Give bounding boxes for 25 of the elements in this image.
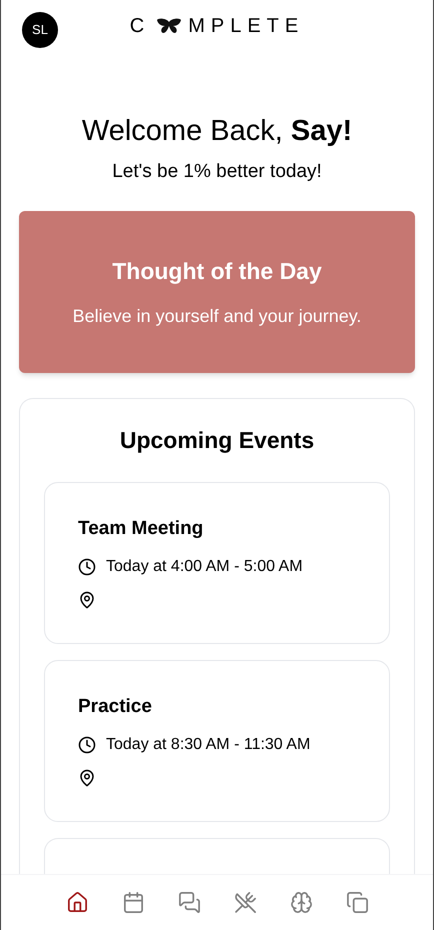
clock-icon <box>78 736 96 754</box>
event-name: Practice <box>78 694 153 718</box>
fork-knife-icon[interactable] <box>234 891 256 914</box>
files-icon[interactable] <box>346 891 368 914</box>
thought-text: Believe in yourself and your journey. <box>72 304 362 328</box>
clock-icon <box>78 558 96 576</box>
thought-title: Thought of the Day <box>112 257 322 286</box>
events-title: Upcoming Events <box>118 426 316 455</box>
home-icon[interactable] <box>66 891 88 914</box>
welcome-heading: Welcome Back, Say! <box>82 114 352 149</box>
logo-text: C <box>130 14 150 39</box>
calendar-icon[interactable] <box>122 891 144 914</box>
avatar[interactable]: SL <box>22 12 58 48</box>
event-card[interactable]: Team Meeting Today at 4:00 AM - 5:00 AM <box>44 482 390 644</box>
brain-icon[interactable] <box>290 891 312 914</box>
butterfly-icon <box>156 18 182 34</box>
chat-icon[interactable] <box>178 891 200 914</box>
event-time: Today at 8:30 AM - 11:30 AM <box>106 735 310 755</box>
location-pin-icon <box>78 591 96 609</box>
location-pin-icon <box>78 769 96 787</box>
logo-text: MPLETE <box>188 14 304 39</box>
event-card[interactable]: Practice Today at 8:30 AM - 11:30 AM <box>44 660 390 822</box>
event-time: Today at 4:00 AM - 5:00 AM <box>106 557 303 577</box>
event-name: Team Meeting <box>78 516 204 540</box>
subtitle: Let's be 1% better today! <box>112 160 322 184</box>
